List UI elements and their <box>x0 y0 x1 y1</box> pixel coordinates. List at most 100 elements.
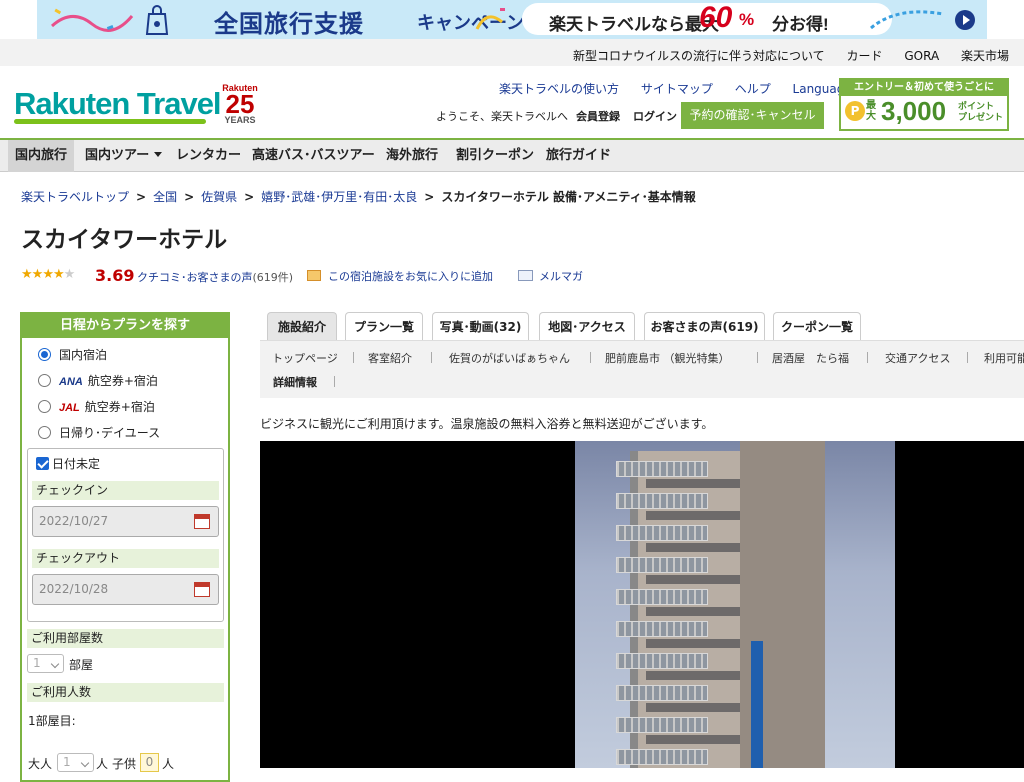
room1-label: 1部屋目: <box>28 714 76 728</box>
anniversary-number: 25 <box>225 89 255 119</box>
tab-map[interactable]: 地図･アクセス <box>539 312 635 341</box>
radio-jal[interactable] <box>38 400 51 413</box>
nav-rentacar[interactable]: レンタカー <box>169 140 248 172</box>
date-undecided-label: 日付未定 <box>52 457 101 471</box>
option-domestic-label: 国内宿泊 <box>59 348 108 362</box>
nav-domestic-tour[interactable]: 国内ツアー <box>78 140 169 172</box>
ribbon-decoration <box>475 8 505 30</box>
page-title: スカイタワーホテル <box>21 227 228 253</box>
utility-link-covid[interactable]: 新型コロナウイルスの流行に伴う対応について <box>573 49 825 63</box>
checkin-input[interactable]: 2022/10/27 <box>32 506 219 537</box>
breadcrumb-sep: > <box>136 190 147 204</box>
reviews-label: クチコミ･お客さまの声 <box>137 271 253 284</box>
utility-link-card[interactable]: カード <box>847 49 883 63</box>
breadcrumb-area[interactable]: 嬉野･武雄･伊万里･有田･太良 <box>261 190 417 204</box>
subnav-top[interactable]: トップページ <box>272 350 338 366</box>
favorite-link[interactable]: この宿泊施設をお気に入りに追加 <box>307 268 493 284</box>
subnav-divider <box>757 352 758 363</box>
breadcrumb: 楽天トラベルトップ > 全国 > 佐賀県 > 嬉野･武雄･伊万里･有田･太良 > スカイタワーホ… <box>21 188 696 205</box>
hotel-photo[interactable] <box>260 441 1024 768</box>
reviews-link[interactable]: クチコミ･お客さまの声(619件) <box>137 269 293 285</box>
breadcrumb-current: スカイタワーホテル 設備･アメニティ･基本情報 <box>441 190 696 204</box>
balcony <box>616 557 708 573</box>
tab-photos[interactable]: 写真･動画(32) <box>432 312 529 341</box>
calendar-icon[interactable] <box>194 582 210 597</box>
window-row <box>646 607 742 616</box>
adult-select[interactable]: 1 <box>57 753 94 772</box>
breadcrumb-sep: > <box>424 190 435 204</box>
balcony <box>616 461 708 477</box>
checkout-value: 2022/10/28 <box>39 582 109 596</box>
balcony <box>616 589 708 605</box>
option-ana[interactable]: ANA 航空券+宿泊 <box>38 372 158 389</box>
campaign-banner[interactable]: 全国旅行支援 キャンペーン 楽天トラベルなら最大 60 % 分お得! <box>37 0 987 39</box>
balcony <box>616 621 708 637</box>
banner-offer-tail: 分お得! <box>772 15 829 34</box>
utility-link-gora[interactable]: GORA <box>904 49 939 63</box>
option-dayuse[interactable]: 日帰り･デイユース <box>38 424 160 441</box>
reservation-button[interactable]: 予約の確認･キャンセル <box>681 102 824 129</box>
tab-overview[interactable]: 施設紹介 <box>267 312 337 341</box>
subnav-divider <box>590 352 591 363</box>
nav-overseas[interactable]: 海外旅行 <box>379 140 445 172</box>
utility-links: 新型コロナウイルスの流行に伴う対応について カード GORA 楽天市場 <box>555 47 1009 64</box>
rating-stars: ★★★★★ <box>21 267 75 282</box>
radio-dayuse[interactable] <box>38 426 51 439</box>
mailmag-link[interactable]: メルマガ <box>518 268 583 284</box>
checkout-input[interactable]: 2022/10/28 <box>32 574 219 605</box>
date-undecided-checkbox[interactable]: 日付未定 <box>36 455 100 472</box>
subnav-kashima[interactable]: 肥前鹿島市 （観光特集） <box>605 350 730 366</box>
date-box: 日付未定 チェックイン 2022/10/27 チェックアウト 2022/10/2… <box>27 448 224 622</box>
nav-domestic[interactable]: 国内旅行 <box>8 140 75 172</box>
child-unit: 人 <box>162 757 175 771</box>
howto-link[interactable]: 楽天トラベルの使い方 <box>499 82 619 96</box>
sub-navigation: トップページ 客室紹介 佐賀のがばいばぁちゃん 肥前鹿島市 （観光特集） 居酒屋… <box>260 340 1024 398</box>
option-domestic[interactable]: 国内宿泊 <box>38 346 107 363</box>
logo-swoosh <box>14 119 206 124</box>
help-link[interactable]: ヘルプ <box>735 82 771 96</box>
adult-unit: 人 <box>96 757 109 771</box>
subnav-access[interactable]: 交通アクセス <box>885 350 950 366</box>
subnav-rooms[interactable]: 客室紹介 <box>368 350 412 366</box>
favorite-icon <box>307 270 321 281</box>
calendar-icon[interactable] <box>194 514 210 529</box>
radio-domestic[interactable] <box>38 348 51 361</box>
window-row <box>646 575 742 584</box>
nav-coupon[interactable]: 割引クーポン <box>449 140 541 172</box>
subnav-divider <box>431 352 432 363</box>
subnav-details[interactable]: 詳細情報 <box>273 374 317 390</box>
points-promo-banner[interactable]: エントリー＆初めて使うごとに P 最大 3,000 ポイント プレゼント <box>839 78 1009 131</box>
option-jal[interactable]: JAL 航空券+宿泊 <box>38 398 155 415</box>
header-links: 楽天トラベルの使い方 サイトマップ ヘルプ Languages <box>499 80 889 97</box>
breadcrumb-top[interactable]: 楽天トラベルトップ <box>21 190 129 204</box>
balcony <box>616 525 708 541</box>
subnav-izakaya[interactable]: 居酒屋 たら福 <box>772 350 849 366</box>
radio-ana[interactable] <box>38 374 51 387</box>
child-input[interactable]: 0 <box>140 753 159 772</box>
breadcrumb-sep: > <box>244 190 255 204</box>
rooms-select[interactable]: 1 <box>27 654 64 673</box>
balcony <box>616 493 708 509</box>
tab-plans[interactable]: プラン一覧 <box>345 312 423 341</box>
breadcrumb-nation[interactable]: 全国 <box>153 190 177 204</box>
nav-bus[interactable]: 高速バス･バスツアー <box>245 140 382 172</box>
breadcrumb-prefecture[interactable]: 佐賀県 <box>201 190 237 204</box>
checkbox-checked-icon[interactable] <box>36 457 49 470</box>
tab-coupons[interactable]: クーポン一覧 <box>773 312 861 341</box>
sitemap-link[interactable]: サイトマップ <box>641 82 713 96</box>
subnav-feature[interactable]: 佐賀のがばいばぁちゃん <box>449 350 570 366</box>
utility-link-ichiba[interactable]: 楽天市場 <box>961 49 1009 63</box>
register-link[interactable]: 会員登録 <box>576 108 620 124</box>
site-logo[interactable]: Rakuten Travel <box>14 86 222 122</box>
login-link[interactable]: ログイン <box>633 108 677 124</box>
play-icon[interactable] <box>955 10 975 30</box>
nav-guide[interactable]: 旅行ガイド <box>539 140 618 172</box>
promo-points: ポイント プレゼント <box>958 102 1003 124</box>
tab-reviews[interactable]: お客さまの声(619) <box>644 312 765 341</box>
subnav-available[interactable]: 利用可能 <box>984 350 1024 366</box>
balcony <box>616 749 708 765</box>
hotel-sign <box>751 641 763 768</box>
window-row <box>646 543 742 552</box>
balcony <box>616 717 708 733</box>
mail-icon <box>518 270 533 281</box>
